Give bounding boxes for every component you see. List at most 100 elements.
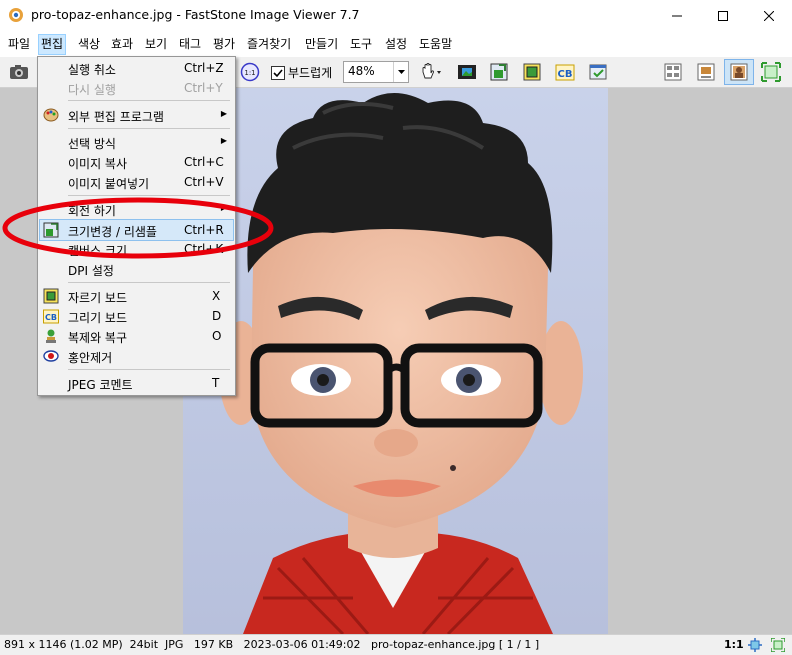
layout-fullimage-button[interactable] bbox=[724, 59, 754, 85]
hand-icon bbox=[422, 63, 441, 79]
resize-icon bbox=[490, 63, 508, 81]
draw-tool-button[interactable]: CB bbox=[554, 61, 576, 83]
fullscreen-button[interactable] bbox=[760, 61, 782, 83]
faststone-window: pro-topaz-enhance.jpg - FastStone Image … bbox=[0, 0, 792, 655]
menu-view[interactable]: 보기 bbox=[143, 35, 169, 54]
menu-item-label: 캔버스 크기 bbox=[68, 244, 128, 258]
menu-create[interactable]: 만들기 bbox=[303, 35, 340, 54]
menu-effects[interactable]: 효과 bbox=[109, 35, 135, 54]
check-icon bbox=[273, 68, 283, 77]
layout-thumbs-button[interactable] bbox=[662, 61, 684, 83]
menu-item-shortcut: D bbox=[212, 309, 222, 323]
batch-tool-button[interactable] bbox=[587, 61, 609, 83]
menu-item-label: 다시 실행 bbox=[68, 83, 116, 97]
menu-favorites[interactable]: 즐겨찾기 bbox=[245, 35, 293, 54]
menu-item-resize[interactable]: 크기변경 / 리샘플 Ctrl+R bbox=[39, 219, 234, 241]
menu-item-red-eye[interactable]: 홍안제거 bbox=[40, 346, 233, 366]
crop-tool-button[interactable] bbox=[521, 61, 543, 83]
menu-item-clone-heal[interactable]: 복제와 복구 O bbox=[40, 326, 233, 346]
menu-item-rotate[interactable]: 회전 하기 ▶ bbox=[40, 199, 233, 219]
preview-layout-icon bbox=[697, 63, 715, 81]
menu-item-label: 선택 방식 bbox=[68, 137, 116, 151]
edit-menu-dropdown: 실행 취소 Ctrl+Z 다시 실행 Ctrl+Y 외부 편집 프로그램 ▶ 선… bbox=[37, 56, 236, 396]
thumbnail-grid-icon bbox=[664, 63, 682, 81]
menu-color[interactable]: 색상 bbox=[76, 35, 102, 54]
menu-item-label: 크기변경 / 리샘플 bbox=[68, 225, 157, 239]
menu-item-copy-image[interactable]: 이미지 복사 Ctrl+C bbox=[40, 152, 233, 172]
slideshow-button[interactable] bbox=[456, 61, 478, 83]
title-bar: pro-topaz-enhance.jpg - FastStone Image … bbox=[0, 0, 792, 31]
zoom-value: 48% bbox=[348, 64, 375, 78]
crop-icon bbox=[523, 63, 541, 81]
minimize-button[interactable] bbox=[654, 0, 700, 31]
red-eye-icon bbox=[43, 350, 59, 362]
menu-item-selection-mode[interactable]: 선택 방식 ▶ bbox=[40, 132, 233, 152]
menu-item-external-editor[interactable]: 외부 편집 프로그램 ▶ bbox=[40, 105, 233, 125]
actual-size-icon: 1:1 bbox=[240, 62, 260, 82]
menu-separator bbox=[68, 282, 230, 283]
menu-separator bbox=[68, 128, 230, 129]
status-bar: 891 x 1146 (1.02 MP) 24bit JPG 197 KB 20… bbox=[0, 634, 792, 655]
pan-tool-button[interactable] bbox=[418, 61, 444, 83]
checklist-icon bbox=[589, 64, 607, 80]
menu-tags[interactable]: 태그 bbox=[177, 35, 203, 54]
menu-rating[interactable]: 평가 bbox=[211, 35, 237, 54]
svg-text:CB: CB bbox=[558, 69, 573, 80]
clone-icon bbox=[46, 329, 56, 343]
menu-item-redo: 다시 실행 Ctrl+Y bbox=[40, 78, 233, 98]
submenu-arrow-icon: ▶ bbox=[220, 136, 227, 145]
menu-item-shortcut: Ctrl+V bbox=[184, 175, 224, 189]
menu-item-undo[interactable]: 실행 취소 Ctrl+Z bbox=[40, 58, 233, 78]
menu-item-shortcut: Ctrl+Z bbox=[184, 61, 224, 75]
menu-item-crop-board[interactable]: 자르기 보드 X bbox=[40, 286, 233, 306]
maximize-icon bbox=[718, 10, 728, 21]
layout-preview-button[interactable] bbox=[695, 61, 717, 83]
menu-help[interactable]: 도움말 bbox=[417, 35, 454, 54]
menu-edit[interactable]: 편집 bbox=[38, 34, 67, 55]
menu-item-label: 자르기 보드 bbox=[68, 291, 128, 305]
menu-item-label: 외부 편집 프로그램 bbox=[68, 110, 164, 124]
menu-item-draw-board[interactable]: CB 그리기 보드 D bbox=[40, 306, 233, 326]
menu-separator bbox=[68, 195, 230, 196]
zoom-select[interactable]: 48% bbox=[343, 61, 409, 83]
menu-item-shortcut: X bbox=[212, 289, 221, 303]
menu-tools[interactable]: 도구 bbox=[348, 35, 374, 54]
menu-item-dpi[interactable]: DPI 설정 bbox=[40, 259, 233, 279]
zoom-ratio[interactable]: 1:1 bbox=[724, 638, 744, 651]
menu-item-jpeg-comment[interactable]: JPEG 코멘트 T bbox=[40, 373, 233, 393]
menu-item-label: 복제와 복구 bbox=[68, 331, 128, 345]
fit-icon[interactable] bbox=[748, 638, 762, 652]
svg-text:1:1: 1:1 bbox=[244, 69, 255, 77]
avatar-photo bbox=[183, 88, 608, 634]
submenu-arrow-icon: ▶ bbox=[220, 203, 227, 212]
capture-button[interactable] bbox=[8, 61, 30, 83]
resize-icon bbox=[43, 222, 59, 238]
menu-settings[interactable]: 설정 bbox=[383, 35, 409, 54]
actual-size-button[interactable]: 1:1 bbox=[239, 61, 261, 83]
close-icon bbox=[764, 10, 774, 21]
smooth-checkbox[interactable]: 부드럽게 bbox=[271, 64, 332, 81]
maximize-button[interactable] bbox=[700, 0, 746, 31]
menu-item-label: 실행 취소 bbox=[68, 63, 116, 77]
faststone-icon bbox=[9, 8, 23, 22]
menu-file[interactable]: 파일 bbox=[6, 35, 32, 54]
svg-text:CB: CB bbox=[45, 313, 57, 322]
status-info: 891 x 1146 (1.02 MP) 24bit JPG 197 KB 20… bbox=[4, 638, 540, 651]
menu-item-label: 홍안제거 bbox=[68, 351, 113, 365]
menu-item-paste-image[interactable]: 이미지 붙여넣기 Ctrl+V bbox=[40, 172, 233, 192]
menu-item-shortcut: Ctrl+R bbox=[184, 223, 224, 237]
fullscreen-small-icon[interactable] bbox=[771, 638, 785, 652]
chevron-down-icon bbox=[397, 70, 405, 74]
close-button[interactable] bbox=[746, 0, 792, 31]
smooth-label: 부드럽게 bbox=[288, 66, 333, 80]
minimize-icon bbox=[672, 15, 682, 16]
zoom-dropdown-button[interactable] bbox=[393, 62, 408, 82]
smooth-checkbox-box[interactable] bbox=[271, 65, 285, 80]
menu-item-shortcut: Ctrl+Y bbox=[184, 81, 223, 95]
menu-item-canvas-size[interactable]: 캔버스 크기 Ctrl+K bbox=[40, 239, 233, 259]
palette-icon bbox=[43, 108, 59, 122]
menu-bar: 파일 편집 색상 효과 보기 태그 평가 즐겨찾기 만들기 도구 설정 도움말 bbox=[0, 32, 792, 56]
resize-tool-button[interactable] bbox=[488, 61, 510, 83]
menu-item-label: DPI 설정 bbox=[68, 264, 114, 278]
menu-item-shortcut: Ctrl+K bbox=[184, 242, 224, 256]
